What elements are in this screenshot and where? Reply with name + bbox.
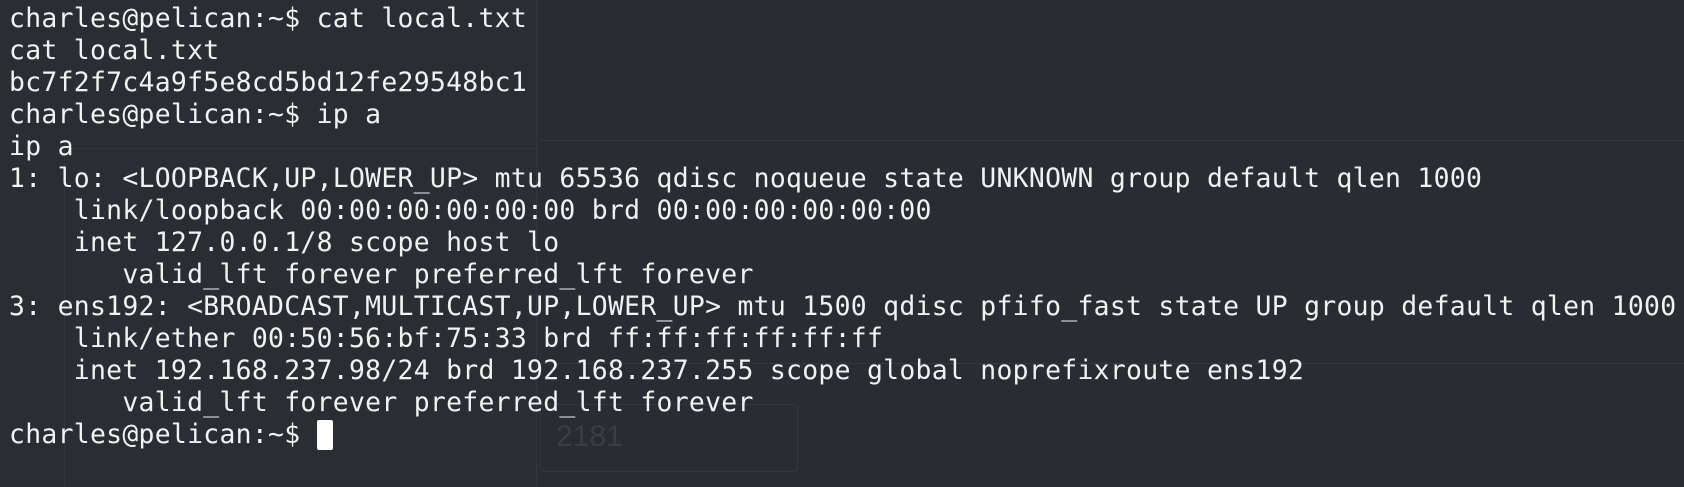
terminal-line: valid_lft forever preferred_lft forever	[9, 387, 754, 418]
terminal-output[interactable]: charles@pelican:~$ cat local.txt cat loc…	[9, 3, 1684, 486]
terminal-line: bc7f2f7c4a9f5e8cd5bd12fe29548bc1	[9, 67, 528, 98]
terminal-prompt-line[interactable]: charles@pelican:~$	[9, 419, 1684, 451]
terminal-line: link/loopback 00:00:00:00:00:00 brd 00:0…	[9, 195, 932, 226]
terminal-line: charles@pelican:~$ cat local.txt	[9, 3, 528, 34]
terminal-line: inet 192.168.237.98/24 brd 192.168.237.2…	[9, 355, 1305, 386]
terminal-line: link/ether 00:50:56:bf:75:33 brd ff:ff:f…	[9, 323, 884, 354]
terminal-line: cat local.txt	[9, 35, 220, 66]
terminal-line: 1: lo: <LOOPBACK,UP,LOWER_UP> mtu 65536 …	[9, 163, 1483, 194]
terminal-cursor	[316, 420, 333, 450]
terminal-prompt: charles@pelican:~$	[9, 419, 317, 450]
terminal-line: 3: ens192: <BROADCAST,MULTICAST,UP,LOWER…	[9, 291, 1677, 322]
terminal-line: inet 127.0.0.1/8 scope host lo	[9, 227, 560, 258]
terminal-line: ip a	[9, 131, 74, 162]
terminal-line: valid_lft forever preferred_lft forever	[9, 259, 754, 290]
terminal-line: charles@pelican:~$ ip a	[9, 99, 382, 130]
